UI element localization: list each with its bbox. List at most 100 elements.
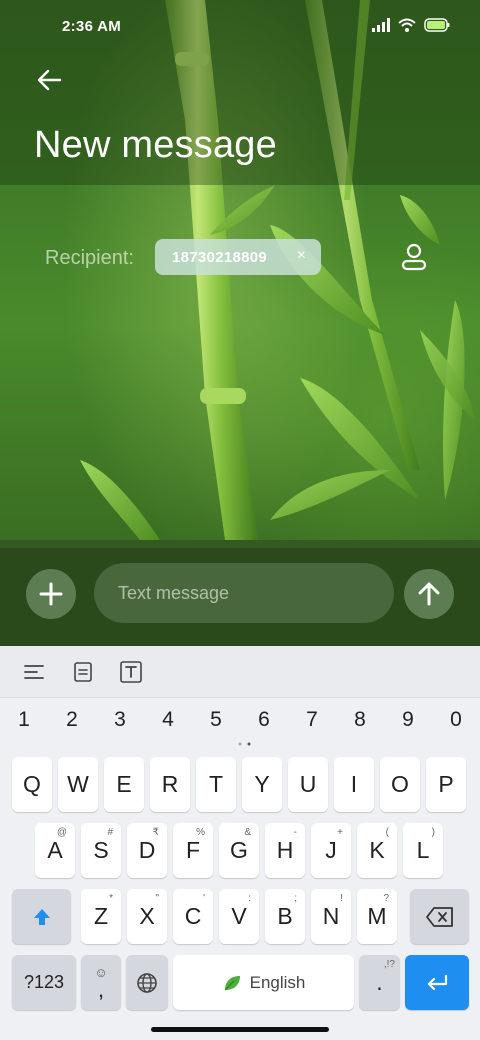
key-y-label: Y [254,771,270,797]
key-j[interactable]: + J [311,823,351,878]
align-left-icon[interactable] [22,660,46,684]
key-v-symbol: : [248,893,251,904]
key-p-label: P [438,771,454,797]
key-w[interactable]: W [58,757,98,812]
key-l[interactable]: ) L [403,823,443,878]
period-key[interactable]: ,!? . [359,955,400,1010]
key-m[interactable]: ? M [357,889,397,944]
key-h[interactable]: -H [265,823,305,878]
key-l-symbol: ) [431,827,435,838]
keyboard-toolbar [0,646,480,698]
key-w-label: W [67,771,89,797]
text-format-icon[interactable] [119,660,143,684]
key-q[interactable]: Q [12,757,52,812]
key-x[interactable]: " X [127,889,167,944]
shift-key[interactable] [12,889,71,944]
back-button[interactable] [32,62,68,98]
key-u[interactable]: U [288,757,328,812]
recipient-chip-number: 18730218809 [172,248,268,266]
battery-icon [424,18,450,32]
recipient-label: Recipient: [45,247,134,269]
key-n[interactable]: ! N [311,889,351,944]
key-v[interactable]: :V [219,889,259,944]
number-key-1[interactable]: 1 [9,708,39,732]
send-button[interactable] [404,569,454,619]
contact-icon [401,243,427,271]
key-l-label: L [416,837,430,863]
key-s-symbol: # [107,827,113,838]
attach-button[interactable] [26,569,76,619]
key-f-label: F [185,837,201,863]
number-key-2[interactable]: 2 [57,708,87,732]
key-m-label: M [367,903,387,929]
number-key-7[interactable]: 7 [297,708,327,732]
key-x-symbol: " [155,893,159,904]
number-key-8[interactable]: 8 [345,708,375,732]
backspace-icon [425,906,453,927]
backspace-key[interactable] [410,889,469,944]
key-a-symbol: @ [56,827,67,838]
key-c-symbol: ' [203,893,205,904]
page-dots [238,742,251,746]
chip-remove-button[interactable]: × [297,247,306,265]
add-contact-button[interactable] [399,242,429,274]
keyboard: 1234567890 QWERTYUIOP @ A # S ₹ D% F & G - H + J(K) L… [0,646,480,1040]
key-e-label: E [116,771,132,797]
key-k-symbol: ( [385,827,389,838]
key-s-label: S [93,837,109,863]
key-y[interactable]: Y [242,757,282,812]
key-f[interactable]: % F [173,823,213,878]
key-q-label: Q [23,771,41,797]
signal-icon [372,18,390,32]
number-key-5[interactable]: 5 [201,708,231,732]
key-g[interactable]: & G [219,823,259,878]
key-b-label: B [277,903,293,929]
key-d-label: D [138,837,156,863]
status-bar: 2:36 AM [0,0,480,56]
key-k[interactable]: (K [357,823,397,878]
leaf-icon [224,975,240,990]
key-f-symbol: % [196,827,205,838]
key-e[interactable]: E [104,757,144,812]
key-i[interactable]: I [334,757,374,812]
key-z-label: Z [93,903,109,929]
number-key-3[interactable]: 3 [105,708,135,732]
key-k-label: K [369,837,385,863]
space-key[interactable]: English [173,955,354,1010]
key-z[interactable]: * Z [81,889,121,944]
key-o[interactable]: O [380,757,420,812]
key-s[interactable]: # S [81,823,121,878]
number-key-9[interactable]: 9 [393,708,423,732]
language-key[interactable] [126,955,168,1010]
status-time: 2:36 AM [62,18,122,35]
home-indicator[interactable] [151,1027,329,1032]
key-h-label: H [276,837,294,863]
key-h-symbol: - [293,827,297,838]
enter-icon [427,974,448,990]
key-b[interactable]: ; B [265,889,305,944]
key-a[interactable]: @ A [35,823,75,878]
compose-bar: Text message [0,540,480,646]
key-r-label: R [161,771,179,797]
number-key-4[interactable]: 4 [153,708,183,732]
key-d[interactable]: ₹ D [127,823,167,878]
message-input[interactable]: Text message [94,563,394,623]
key-d-symbol: ₹ [152,827,159,838]
number-key-6[interactable]: 6 [249,708,279,732]
key-t[interactable]: T [196,757,236,812]
key-n-label: N [322,903,340,929]
key-z-symbol: * [109,893,113,904]
key-o-label: O [391,771,409,797]
key-v-label: V [231,903,247,929]
key-p[interactable]: P [426,757,466,812]
key-c[interactable]: ' C [173,889,213,944]
recipient-chip[interactable]: 18730218809 × [155,239,321,275]
symbols-key[interactable]: ?123 [12,955,76,1010]
comma-emoji-key[interactable]: ☺ , [81,955,121,1010]
wifi-icon [398,18,416,32]
key-r[interactable]: R [150,757,190,812]
enter-key[interactable] [405,955,469,1010]
number-key-0[interactable]: 0 [441,708,471,732]
space-key-label: English [249,972,306,992]
clipboard-icon[interactable] [71,660,95,684]
